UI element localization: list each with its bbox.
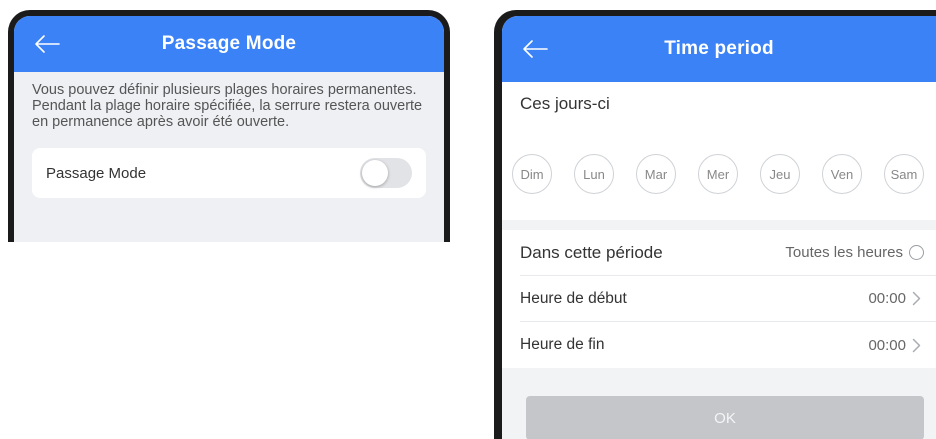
start-time-value-group: 00:00 [868, 290, 924, 307]
days-title: Ces jours-ci [520, 94, 610, 113]
period-label: Dans cette période [520, 242, 663, 262]
chevron-right-icon [912, 291, 924, 307]
radio-empty-icon [909, 245, 924, 260]
day-button-thu[interactable]: Jeu [760, 154, 800, 194]
all-hours-option[interactable]: Toutes les heures [785, 244, 924, 261]
day-button-sun[interactable]: Dim [512, 154, 552, 194]
passage-mode-label: Passage Mode [46, 164, 147, 182]
start-time-value: 00:00 [868, 290, 906, 307]
days-section: Ces jours-ci Dim Lun Mar Mer Jeu Ven Sam [502, 82, 936, 220]
start-time-row[interactable]: Heure de début 00:00 [520, 276, 936, 322]
arrow-left-icon [523, 40, 548, 58]
toggle-knob [362, 160, 388, 186]
end-time-row[interactable]: Heure de fin 00:00 [520, 322, 936, 368]
description-text: Vous pouvez définir plusieurs plages hor… [32, 82, 423, 130]
days-row: Dim Lun Mar Mer Jeu Ven Sam [512, 154, 924, 194]
day-button-wed[interactable]: Mer [698, 154, 738, 194]
end-time-label: Heure de fin [520, 336, 605, 353]
end-time-value-group: 00:00 [868, 337, 924, 354]
passage-mode-card: Passage Mode [32, 148, 426, 198]
back-button[interactable] [520, 34, 550, 64]
ok-button[interactable]: OK [526, 396, 924, 439]
passage-mode-toggle[interactable] [360, 158, 412, 188]
day-button-tue[interactable]: Mar [636, 154, 676, 194]
start-time-label: Heure de début [520, 289, 627, 307]
page-title: Time period [664, 38, 774, 59]
arrow-left-icon [35, 35, 60, 53]
right-device-frame: Time period Ces jours-ci Dim Lun Mar Mer… [494, 10, 936, 439]
period-row: Dans cette période Toutes les heures [520, 230, 936, 276]
chevron-right-icon [912, 337, 924, 353]
day-button-mon[interactable]: Lun [574, 154, 614, 194]
back-button[interactable] [32, 29, 62, 59]
all-hours-label: Toutes les heures [785, 244, 903, 261]
page-title: Passage Mode [161, 33, 297, 54]
day-button-fri[interactable]: Ven [822, 154, 862, 194]
end-time-value: 00:00 [868, 336, 906, 354]
passage-mode-screen: Passage Mode Vous pouvez définir plusieu… [14, 16, 444, 242]
navbar: Time period [502, 16, 936, 82]
day-button-sat[interactable]: Sam [884, 154, 924, 194]
time-period-screen: Time period Ces jours-ci Dim Lun Mar Mer… [502, 16, 936, 439]
left-device-frame: Passage Mode Vous pouvez définir plusieu… [8, 10, 450, 242]
navbar: Passage Mode [14, 16, 444, 72]
period-section: Dans cette période Toutes les heures Heu… [502, 230, 936, 368]
